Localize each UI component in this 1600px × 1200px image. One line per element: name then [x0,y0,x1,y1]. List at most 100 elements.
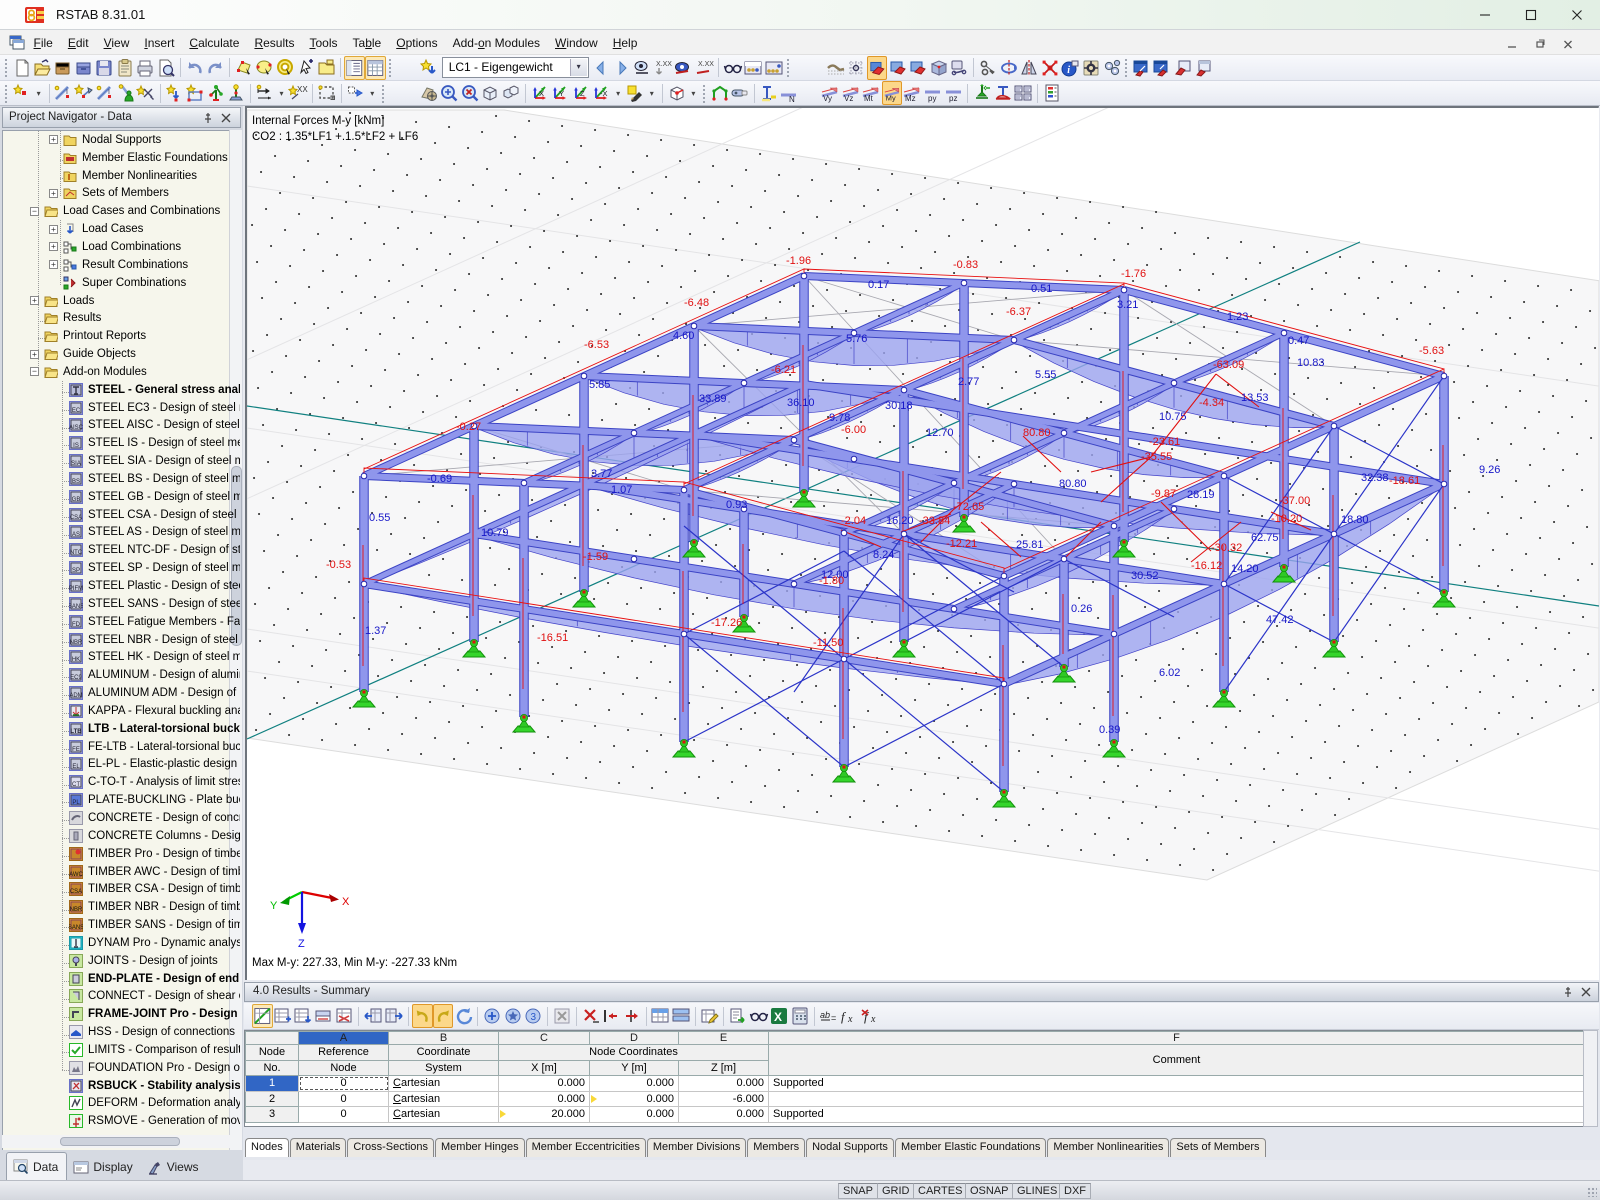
svg-text:0.47: 0.47 [1288,335,1309,347]
svg-text:-11.50: -11.50 [813,637,843,649]
svg-text:GB: GB [72,497,81,503]
svg-text:5.55: 5.55 [1035,369,1056,381]
svg-text:IS: IS [73,443,79,449]
svg-text:16.20: 16.20 [886,515,914,527]
svg-text:FE: FE [72,747,80,753]
svg-text:CO2 : 1.35*LF1 +.1.5*LF2 + LF6: CO2 : 1.35*LF1 +.1.5*LF2 + LF6 [252,131,418,143]
svg-text:30.52: 30.52 [1131,570,1159,582]
svg-text:0.93: 0.93 [726,499,747,511]
svg-text:4.60: 4.60 [673,330,694,342]
svg-text:-18.61: -18.61 [1389,475,1420,487]
svg-text:-72.65: -72.65 [953,501,984,513]
svg-text:6.02: 6.02 [1159,667,1180,679]
svg-text:30.18: 30.18 [885,400,913,412]
svg-text:-0.69: -0.69 [427,473,452,485]
svg-text:N: N [789,95,795,103]
svg-text:CSA: CSA [70,515,82,521]
svg-text:Z: Z [580,89,585,98]
svg-text:FD: FD [72,622,81,628]
svg-text:Mt: Mt [864,94,874,103]
svg-text:2.77: 2.77 [958,376,979,388]
svg-text:5.85: 5.85 [589,379,610,391]
svg-text:X.XX: X.XX [656,61,672,68]
svg-text:X.XX: X.XX [698,61,714,68]
svg-text:0.39: 0.39 [1099,724,1120,736]
svg-text:-0.83: -0.83 [953,259,978,271]
svg-text:Max M-y: 227.33, Min M-y: -227: Max M-y: 227.33, Min M-y: -227.33 kNm [252,957,457,969]
svg-text:-17.26: -17.26 [711,617,742,629]
svg-text:-1.76: -1.76 [1121,268,1146,280]
svg-text:14.20: 14.20 [1231,563,1259,575]
svg-text:0.26: 0.26 [1071,603,1092,615]
svg-text:EC: EC [72,408,81,414]
svg-text:XX: XX [297,85,308,94]
svg-text:-63.09: -63.09 [1213,359,1244,371]
svg-text:ab: ab [820,1010,830,1020]
svg-text:-16.12: -16.12 [1191,560,1222,572]
svg-text:-X: -X [600,89,608,98]
svg-text:-5.63: -5.63 [1419,345,1444,357]
svg-text:1.37: 1.37 [365,625,386,637]
svg-text:13.53: 13.53 [1241,392,1269,404]
svg-text:10.79: 10.79 [481,527,509,539]
svg-text:Z: Z [298,938,305,950]
svg-text:I: I [66,89,68,96]
svg-text:AWC: AWC [69,872,83,878]
svg-text:X: X [539,89,544,98]
svg-text:Y: Y [270,900,278,912]
svg-text:0.55: 0.55 [369,512,390,524]
svg-text:5.76: 5.76 [846,333,867,345]
svg-text:-0.27: -0.27 [456,421,481,433]
svg-text:-37.00: -37.00 [1279,495,1310,507]
svg-text:f: f [841,1009,847,1024]
svg-text:-1.80: -1.80 [819,575,844,587]
svg-text:AS: AS [72,532,80,538]
svg-text:ADM: ADM [69,693,82,699]
svg-text:9.26: 9.26 [1479,464,1500,476]
svg-text:Mz: Mz [905,94,916,103]
svg-text:X: X [774,1010,782,1024]
svg-text:-35.55: -35.55 [1141,451,1172,463]
svg-text:3.77: 3.77 [591,468,612,480]
svg-text:-12.21: -12.21 [946,538,977,550]
svg-text:SANS: SANS [69,925,83,931]
svg-text:-6.53: -6.53 [584,339,609,351]
svg-text:-30.32: -30.32 [1211,542,1242,554]
svg-text:3.21: 3.21 [1117,299,1138,311]
svg-text:10.83: 10.83 [1297,357,1325,369]
svg-text:LTB: LTB [70,729,82,735]
svg-text:3: 3 [531,1012,537,1023]
svg-text:NBR: NBR [70,640,83,646]
svg-text:1.07: 1.07 [611,484,632,496]
svg-text:Vz: Vz [844,94,853,103]
svg-text:-0.53: -0.53 [326,559,351,571]
svg-text:80.80: 80.80 [1059,478,1087,490]
svg-text:36.10: 36.10 [787,397,815,409]
svg-text:CSA: CSA [70,889,82,895]
svg-text:25.81: 25.81 [1016,539,1044,551]
svg-text:-6.00: -6.00 [841,424,866,436]
svg-text:28.19: 28.19 [1187,489,1215,501]
svg-text:i: i [1068,65,1071,76]
svg-text:-6.48: -6.48 [684,297,709,309]
svg-text:NTC: NTC [70,550,83,556]
svg-text:0.51: 0.51 [1031,283,1052,295]
svg-text:=: = [831,1013,836,1023]
svg-text:-6.37: -6.37 [1006,306,1031,318]
svg-text:SP: SP [72,568,80,574]
svg-text:32.38: 32.38 [1361,472,1389,484]
svg-text:Internal Forces M-y [kNm]: Internal Forces M-y [kNm] [252,115,384,127]
svg-text:18.80: 18.80 [1341,514,1369,526]
svg-text:-23.61: -23.61 [1149,436,1180,448]
svg-text:0.17: 0.17 [868,279,889,291]
svg-text:-1.96: -1.96 [786,255,811,267]
svg-text:AISC: AISC [69,425,83,431]
svg-text:py: py [928,94,936,103]
svg-text:-33.84: -33.84 [919,515,950,527]
svg-text:47.42: 47.42 [1266,614,1294,626]
svg-text:BS: BS [72,479,80,485]
svg-text:9.78: 9.78 [829,412,850,424]
svg-text:Vy: Vy [823,94,832,103]
svg-text:33.89: 33.89 [699,393,727,405]
svg-text:1.23: 1.23 [1227,311,1248,323]
